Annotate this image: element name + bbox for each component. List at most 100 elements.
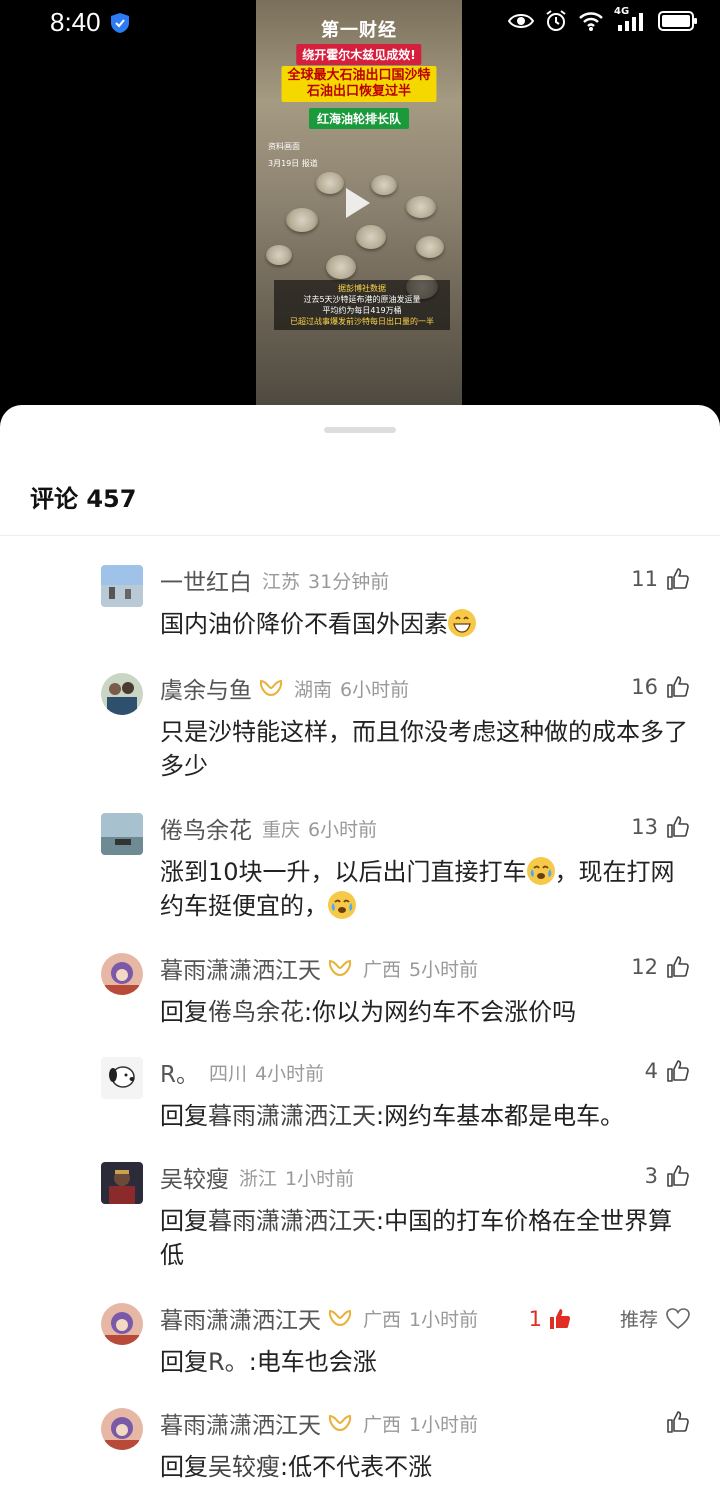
- comments-sheet: 评论 457 一世红白 江苏 31分钟前 11 国内油价降价不看国外因素 虞余与…: [0, 405, 720, 1497]
- comment-text: 回复倦鸟余花:你以为网约车不会涨价吗: [160, 995, 696, 1029]
- location: 四川: [208, 1062, 247, 1085]
- video-source-note: 资料画面 3月19日 报道: [268, 138, 318, 172]
- video-source-label: 资料画面: [268, 142, 300, 151]
- timestamp: 1小时前: [409, 1413, 479, 1436]
- video-headline-tag: 绕开霍尔木兹见成效!: [296, 44, 422, 65]
- shield-icon: [111, 13, 129, 33]
- username[interactable]: 一世红白: [160, 563, 252, 597]
- like-button[interactable]: 12: [631, 955, 690, 979]
- timestamp: 6小时前: [308, 818, 378, 841]
- username[interactable]: 虞余与鱼: [160, 671, 252, 705]
- oil-tank-graphic: [316, 172, 344, 194]
- reply-prefix: 回复: [160, 1102, 208, 1130]
- comment-text: 涨到10块一升，以后出门直接打车 ，现在打网约车挺便宜的，: [160, 855, 696, 923]
- location: 湖南: [294, 678, 333, 701]
- recommend-label: 推荐: [619, 1309, 658, 1331]
- reply-to-username[interactable]: 吴较瘦: [208, 1453, 280, 1481]
- like-button[interactable]: 13: [631, 815, 690, 839]
- thumbs-up-icon: [667, 1060, 689, 1082]
- oil-tank-graphic: [266, 245, 292, 265]
- video-caption-line: 据彭博社数据: [338, 284, 386, 293]
- thumbs-up-icon: [667, 956, 689, 978]
- comment-text: 国内油价降价不看国外因素: [160, 607, 696, 641]
- status-icons: 4G: [508, 6, 698, 33]
- like-count: 11: [631, 567, 658, 591]
- avatar[interactable]: [101, 1057, 143, 1099]
- video-caption-line: 过去5天沙特延布港的原油发运量: [303, 295, 421, 304]
- video-title-line: 全球最大石油出口国沙特: [287, 68, 431, 83]
- comment-actions: 1 推荐: [529, 1305, 690, 1332]
- vip-badge-icon: [328, 1309, 352, 1327]
- like-button[interactable]: [658, 1410, 690, 1434]
- like-count: 3: [644, 1164, 658, 1188]
- video-caption-line: 已超过战事爆发前沙特每日出口量的一半: [290, 317, 434, 326]
- like-button[interactable]: 1: [529, 1307, 572, 1331]
- like-count: 16: [631, 675, 658, 699]
- sheet-drag-handle[interactable]: [324, 427, 396, 433]
- battery-icon: [658, 11, 697, 31]
- avatar[interactable]: [101, 673, 143, 715]
- like-count: 13: [631, 815, 658, 839]
- username[interactable]: 暮雨潇潇洒江天: [160, 951, 321, 985]
- reply-prefix: 回复: [160, 998, 208, 1026]
- comment-text: 回复R。:电车也会涨: [160, 1345, 696, 1379]
- thumbs-up-icon: [667, 1165, 689, 1187]
- oil-tank-graphic: [356, 225, 386, 249]
- crying-face-emoji: [526, 857, 555, 885]
- wifi-icon: [579, 12, 603, 31]
- comment-meta: 一世红白 江苏 31分钟前: [160, 563, 390, 597]
- timestamp: 1小时前: [285, 1167, 355, 1190]
- username[interactable]: 吴较瘦: [160, 1160, 229, 1194]
- video-caption: 据彭博社数据 过去5天沙特延布港的原油发运量 平均约为每日419万桶 已超过战事…: [274, 280, 450, 330]
- reply-prefix: 回复: [160, 1207, 208, 1235]
- reply-to-username[interactable]: 倦鸟余花: [208, 998, 304, 1026]
- like-count: 4: [644, 1059, 658, 1083]
- like-button[interactable]: 11: [631, 567, 690, 591]
- avatar[interactable]: [101, 813, 143, 855]
- timestamp: 5小时前: [409, 958, 479, 981]
- oil-tank-graphic: [371, 175, 397, 195]
- location: 浙江: [239, 1167, 278, 1190]
- like-button[interactable]: 4: [645, 1059, 690, 1083]
- video-title-line: 石油出口恢复过半: [306, 84, 412, 99]
- like-button[interactable]: 3: [645, 1164, 690, 1188]
- eye-icon: [508, 14, 534, 28]
- thumbs-up-icon: [667, 1411, 689, 1433]
- reply-prefix: 回复: [160, 1453, 208, 1481]
- like-button[interactable]: 16: [631, 675, 690, 699]
- crying-face-emoji: [328, 891, 356, 919]
- location: 广西: [363, 1308, 402, 1331]
- comment-meta: 吴较瘦 浙江 1小时前: [160, 1160, 355, 1194]
- timestamp: 6小时前: [340, 678, 410, 701]
- video-player[interactable]: 第一财经 绕开霍尔木兹见成效! 全球最大石油出口国沙特 石油出口恢复过半 红海油…: [256, 0, 462, 405]
- reply-to-username[interactable]: 暮雨潇潇洒江天: [208, 1207, 376, 1235]
- avatar[interactable]: [101, 953, 143, 995]
- comment-meta: R。 四川 4小时前: [160, 1055, 325, 1089]
- like-count: 1: [528, 1306, 542, 1331]
- thumbs-up-icon: [667, 568, 689, 590]
- reply-to-username[interactable]: 暮雨潇潇洒江天: [208, 1102, 376, 1130]
- avatar[interactable]: [101, 1408, 143, 1450]
- username[interactable]: 暮雨潇潇洒江天: [160, 1301, 321, 1335]
- vip-badge-icon: [328, 959, 352, 977]
- alarm-icon: [546, 10, 566, 31]
- timestamp: 31分钟前: [308, 570, 390, 593]
- video-caption-line: 平均约为每日419万桶: [322, 306, 402, 315]
- avatar[interactable]: [101, 1303, 143, 1345]
- heart-icon[interactable]: [666, 1307, 690, 1330]
- play-icon[interactable]: [346, 188, 370, 218]
- comment-meta: 暮雨潇潇洒江天 广西 1小时前: [160, 1406, 479, 1440]
- username[interactable]: 暮雨潇潇洒江天: [160, 1406, 321, 1440]
- oil-tank-graphic: [416, 236, 444, 258]
- comment-meta: 虞余与鱼 湖南 6小时前: [160, 671, 410, 705]
- avatar[interactable]: [101, 565, 143, 607]
- avatar[interactable]: [101, 1162, 143, 1204]
- username[interactable]: R。: [160, 1055, 199, 1089]
- location: 重庆: [262, 818, 301, 841]
- oil-tank-graphic: [406, 196, 436, 218]
- timestamp: 4小时前: [255, 1062, 325, 1085]
- reply-to-username[interactable]: R。: [208, 1348, 249, 1376]
- username[interactable]: 倦鸟余花: [160, 811, 252, 845]
- location: 广西: [363, 1413, 402, 1436]
- comment-body: :电车也会涨: [248, 1348, 377, 1376]
